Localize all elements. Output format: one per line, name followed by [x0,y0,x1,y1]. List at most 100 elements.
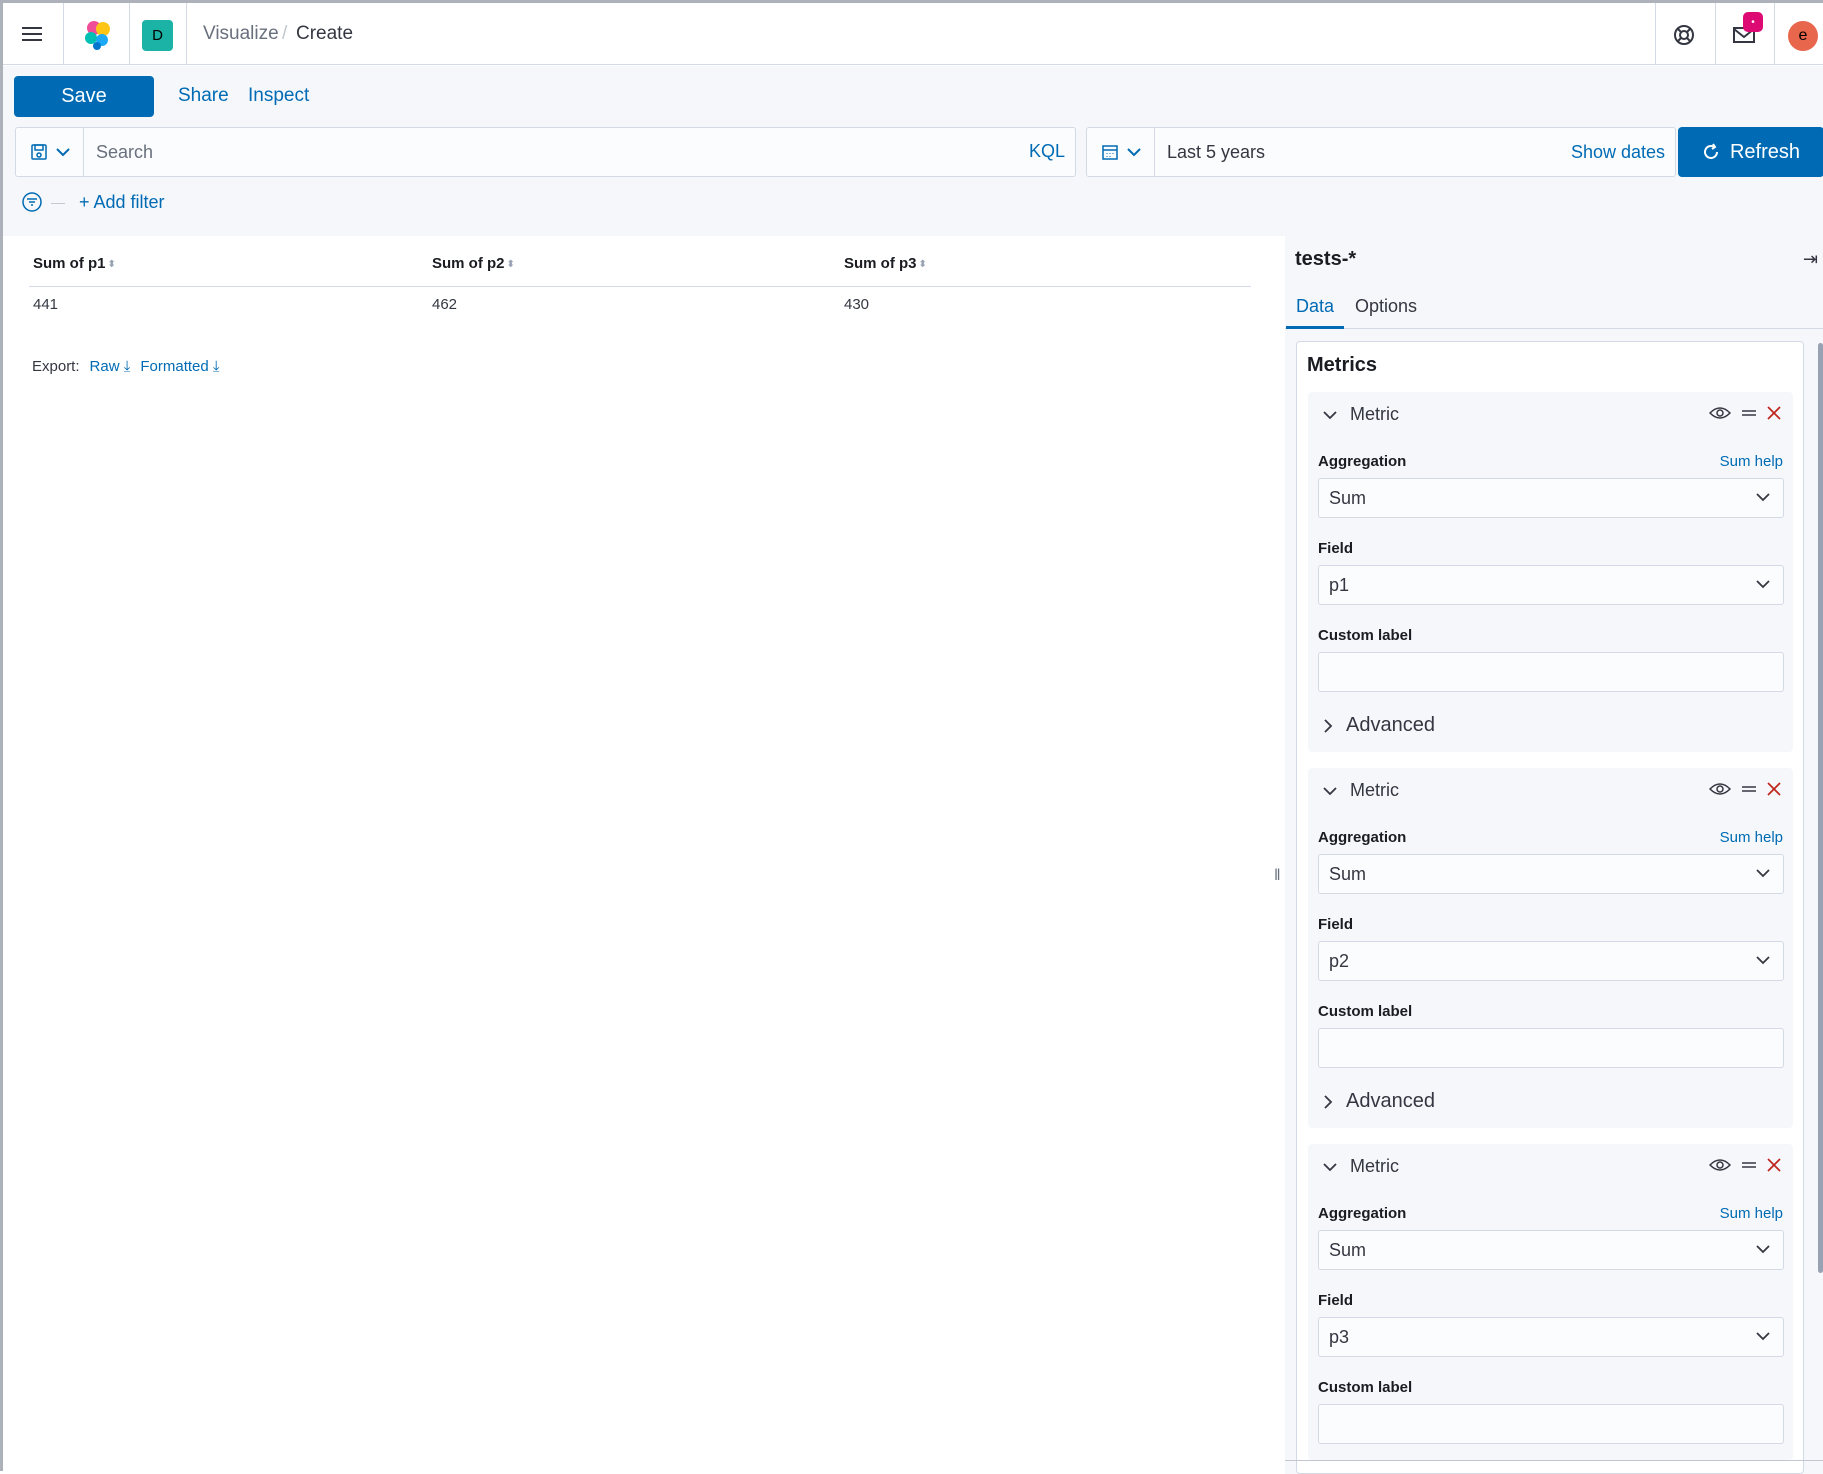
aggregation-value: Sum [1329,1240,1367,1260]
remove-icon[interactable] [1767,406,1781,420]
kibana-logo-icon[interactable] [81,17,115,51]
metric-toggle[interactable]: Metric [1322,780,1399,801]
header-divider [1655,3,1656,65]
kql-toggle[interactable]: KQL [1029,141,1065,162]
breadcrumb-visualize[interactable]: Visualize [203,23,279,45]
field-select[interactable]: p1 [1318,565,1784,605]
aggregation-value: Sum [1329,488,1367,508]
chevron-down-icon [1323,1162,1337,1171]
sum-help-link[interactable]: Sum help [1720,1205,1783,1222]
aggregation-select[interactable]: Sum [1318,1230,1784,1270]
advanced-toggle[interactable]: Advanced [1322,714,1435,737]
metric-agg-3: Metric Aggregation Sum help Sum Field p3… [1308,1144,1793,1460]
chevron-down-icon [1756,493,1770,502]
metrics-section-title: Metrics [1307,354,1378,376]
user-avatar[interactable]: e [1788,21,1818,51]
chevron-right-icon [1324,1094,1333,1109]
search-input[interactable] [94,137,974,167]
sum-help-link[interactable]: Sum help [1720,829,1783,846]
show-dates-link[interactable]: Show dates [1571,142,1665,163]
custom-label-label: Custom label [1318,1379,1413,1396]
sort-icon: ⬍ [918,258,927,270]
add-filter-link[interactable]: + Add filter [79,192,165,213]
column-header-p2[interactable]: Sum of p2 ⬍ [432,255,515,272]
search-bar: KQL [15,127,1076,177]
filter-bar: — + Add filter [21,191,165,213]
export-raw-link[interactable]: Raw ⤓ [90,358,131,375]
header-divider [129,3,130,65]
header-divider [63,3,64,65]
metric-actions [1709,406,1781,420]
chevron-down-icon [1756,869,1770,878]
drag-handle-icon[interactable] [1741,783,1757,795]
space-avatar[interactable]: D [142,20,173,51]
time-picker: Last 5 years Show dates [1086,127,1676,177]
field-value: p3 [1329,1327,1350,1347]
tab-options[interactable]: Options [1355,296,1417,317]
field-label: Field [1318,540,1354,557]
metric-actions [1709,1158,1781,1172]
tab-data[interactable]: Data [1296,296,1334,317]
sidebar-scrollbar[interactable] [1818,343,1823,1273]
column-header-p1[interactable]: Sum of p1 ⬍ [33,255,116,272]
sort-icon: ⬍ [107,258,116,270]
aggregation-label: Aggregation [1318,1205,1407,1222]
chevron-down-icon [1756,580,1770,589]
field-select[interactable]: p3 [1318,1317,1784,1357]
sort-icon: ⬍ [506,258,515,270]
eye-icon[interactable] [1709,406,1731,420]
column-header-p3[interactable]: Sum of p3 ⬍ [844,255,927,272]
time-range-text[interactable]: Last 5 years [1167,142,1265,163]
active-tab-indicator [1286,326,1344,329]
chevron-down-icon [55,148,70,157]
chevron-down-icon [1323,786,1337,795]
field-select[interactable]: p2 [1318,941,1784,981]
quick-menu-button[interactable] [1087,128,1155,176]
metric-title: Metric [1350,780,1399,800]
filter-icon[interactable] [21,191,43,213]
metric-agg-2: Metric Aggregation Sum help Sum Field p2… [1308,768,1793,1128]
export-formatted-label: Formatted [140,358,209,375]
eye-icon[interactable] [1709,782,1731,796]
saved-query-button[interactable] [16,128,84,176]
breadcrumb-separator: / [282,23,288,44]
chevron-right-icon [1324,718,1333,733]
aggregation-select[interactable]: Sum [1318,854,1784,894]
export-formatted-link[interactable]: Formatted ⤓ [140,358,219,375]
table-cell: 430 [844,296,870,313]
field-label: Field [1318,916,1354,933]
remove-icon[interactable] [1767,1158,1781,1172]
menu-icon[interactable] [15,19,45,49]
custom-label-input[interactable] [1318,1404,1784,1444]
save-button[interactable]: Save [14,76,154,117]
metric-toggle[interactable]: Metric [1322,1156,1399,1177]
share-link[interactable]: Share [178,85,229,107]
panel-resize-handle[interactable]: ‖ [1274,867,1281,885]
metric-agg-1: Metric Aggregation Sum help Sum Field p1… [1308,392,1793,752]
collapse-sidebar-icon[interactable]: ⇥ [1803,249,1818,270]
custom-label-input[interactable] [1318,1028,1784,1068]
drag-handle-icon[interactable] [1741,1159,1757,1171]
refresh-icon [1704,143,1718,159]
custom-label-label: Custom label [1318,1003,1413,1020]
breadcrumb-create: Create [296,23,354,44]
aggregation-select[interactable]: Sum [1318,478,1784,518]
sum-help-link[interactable]: Sum help [1720,453,1783,470]
inspect-link[interactable]: Inspect [248,85,309,107]
column-header-label: Sum of p3 [844,255,917,272]
chevron-down-icon [1756,956,1770,965]
drag-handle-icon[interactable] [1741,407,1757,419]
remove-icon[interactable] [1767,782,1781,796]
custom-label-input[interactable] [1318,652,1784,692]
chevron-down-icon [1756,1245,1770,1254]
advanced-label: Advanced [1346,714,1435,736]
filter-separator: — [51,194,65,210]
help-icon[interactable] [1671,22,1697,48]
refresh-button[interactable]: Refresh [1678,127,1823,177]
chevron-down-icon [1323,410,1337,419]
sidebar-bottom-border [1285,1460,1823,1461]
metric-toggle[interactable]: Metric [1322,404,1399,425]
advanced-toggle[interactable]: Advanced [1322,1090,1435,1113]
table-cell: 441 [33,296,59,313]
eye-icon[interactable] [1709,1158,1731,1172]
